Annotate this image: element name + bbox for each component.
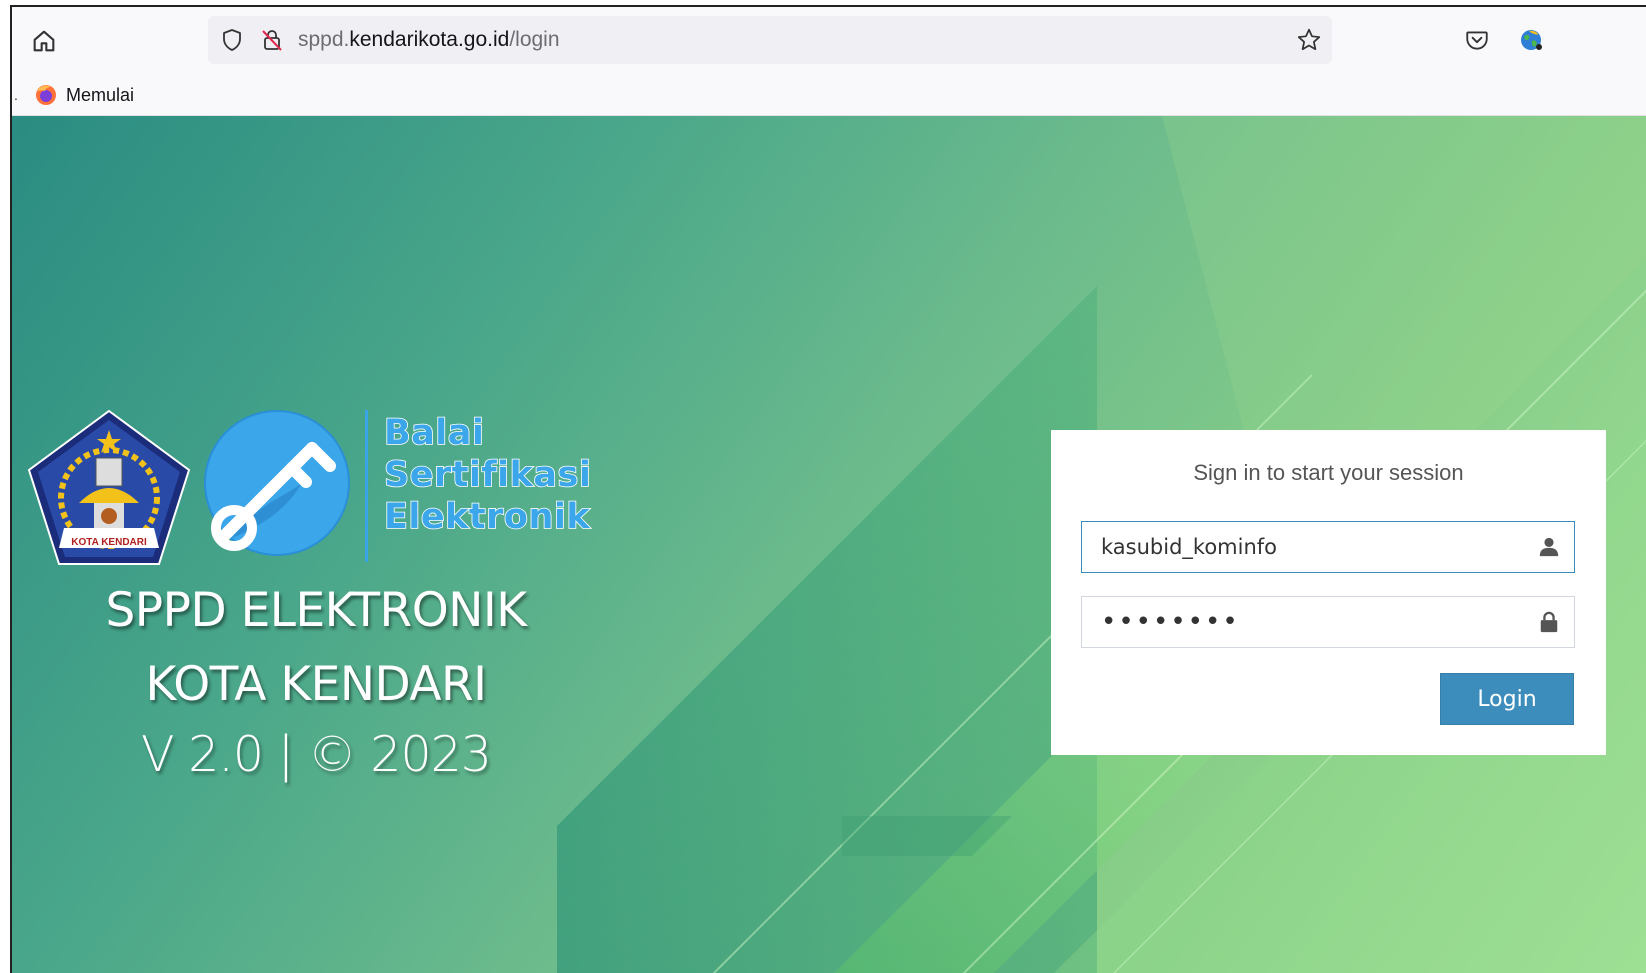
- app-title: SPPD ELEKTRONIK KOTA KENDARI: [24, 574, 608, 722]
- login-box: Sign in to start your session Login: [1051, 430, 1606, 755]
- bse-line-sertifikasi: Sertifikasi: [383, 454, 592, 496]
- user-icon: [1538, 536, 1560, 558]
- bookmark-memulai[interactable]: Memulai: [34, 81, 134, 109]
- logo-divider: [365, 410, 368, 562]
- browser-toolbar: sppd.kendarikota.go.id/login: [12, 7, 1646, 75]
- login-box-message: Sign in to start your session: [1193, 460, 1464, 485]
- shield-icon[interactable]: [220, 28, 244, 52]
- lock-icon: [1538, 611, 1560, 633]
- url-text[interactable]: sppd.kendarikota.go.id/login: [298, 28, 560, 52]
- password-field: [1081, 596, 1575, 648]
- app-title-line1: SPPD ELEKTRONIK: [105, 583, 527, 638]
- login-button[interactable]: Login: [1440, 673, 1574, 725]
- brand-block: KOTA KENDARI Balai Sertifikasi Elektroni…: [24, 408, 624, 808]
- firefox-icon: [36, 85, 56, 105]
- bookmarks-bar: . Memulai: [12, 75, 1646, 116]
- username-field: [1081, 521, 1575, 573]
- home-icon[interactable]: [30, 27, 58, 55]
- browser-window: sppd.kendarikota.go.id/login . Memulai K…: [10, 5, 1646, 973]
- emblem-caption: KOTA KENDARI: [71, 537, 147, 548]
- bookmark-label: Memulai: [66, 84, 135, 105]
- bookmark-star-icon[interactable]: [1296, 27, 1322, 53]
- bse-line-balai: Balai: [383, 412, 485, 454]
- version-copyright: V 2.0 | © 2023: [141, 726, 492, 783]
- password-input[interactable]: [1082, 597, 1522, 647]
- pocket-icon[interactable]: [1464, 27, 1490, 53]
- login-page: KOTA KENDARI Balai Sertifikasi Elektroni…: [12, 116, 1646, 973]
- bse-key-logo: [204, 410, 350, 556]
- extension-globe-icon[interactable]: [1516, 25, 1546, 55]
- bookmark-separator: .: [14, 87, 18, 103]
- bse-wordmark: Balai Sertifikasi Elektronik: [383, 412, 592, 538]
- app-title-line2: KOTA KENDARI: [145, 657, 487, 712]
- insecure-lock-icon[interactable]: [260, 28, 284, 52]
- kota-kendari-emblem: KOTA KENDARI: [27, 409, 191, 565]
- address-bar[interactable]: sppd.kendarikota.go.id/login: [208, 16, 1332, 64]
- username-input[interactable]: [1082, 522, 1522, 572]
- bse-line-elektronik: Elektronik: [383, 496, 591, 538]
